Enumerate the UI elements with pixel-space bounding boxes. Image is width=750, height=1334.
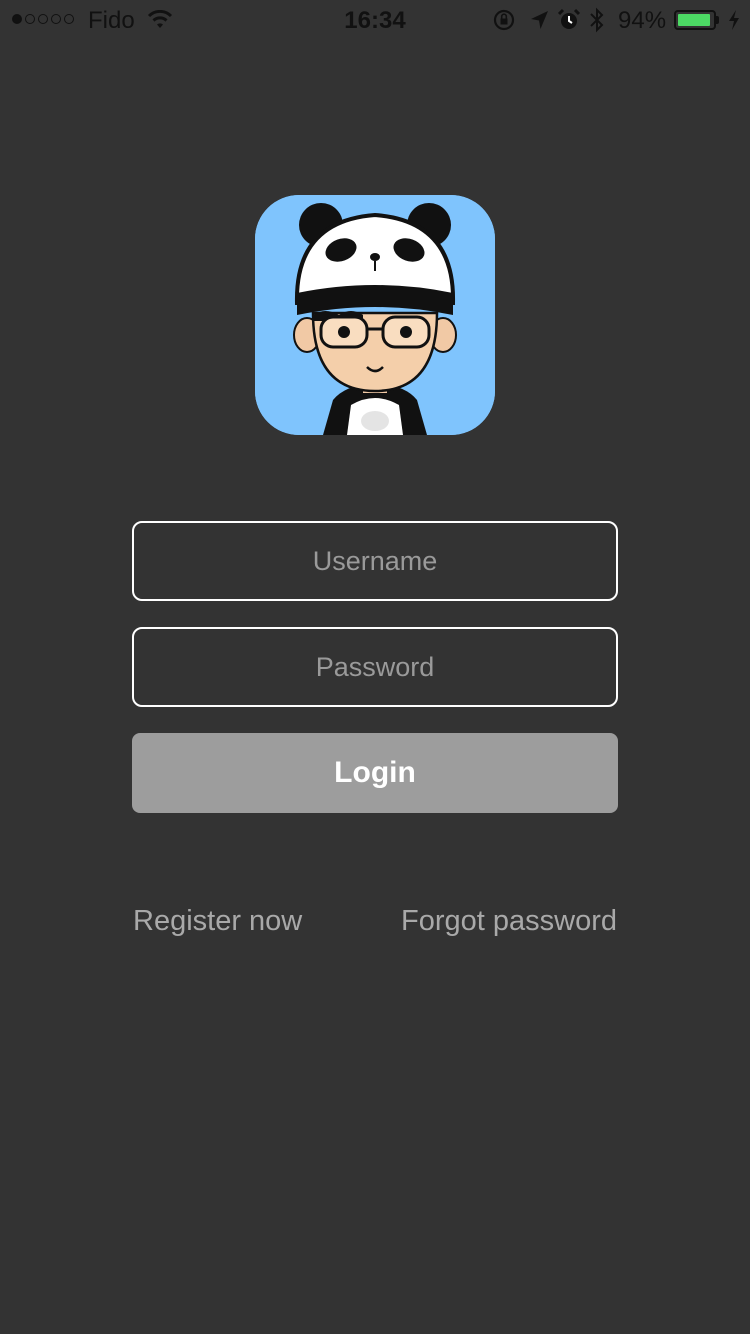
login-button[interactable]: Login [132, 733, 618, 813]
status-bar: Fido 16:34 94% [0, 0, 750, 40]
password-input[interactable] [132, 627, 618, 707]
alarm-clock-icon [557, 8, 581, 39]
username-input[interactable] [132, 521, 618, 601]
location-arrow-icon [528, 8, 550, 39]
battery-tip [716, 16, 719, 24]
forgot-password-link[interactable]: Forgot password [401, 905, 617, 938]
profile-avatar [255, 195, 495, 435]
orientation-lock-icon [492, 8, 516, 39]
bluetooth-icon [588, 7, 606, 40]
battery-icon [674, 10, 716, 30]
battery-level-fill [678, 14, 710, 26]
charging-bolt-icon [727, 9, 741, 38]
panda-hat-cartoon-avatar-icon [255, 195, 495, 435]
battery-percentage: 94% [618, 7, 667, 34]
register-now-link[interactable]: Register now [133, 905, 302, 938]
